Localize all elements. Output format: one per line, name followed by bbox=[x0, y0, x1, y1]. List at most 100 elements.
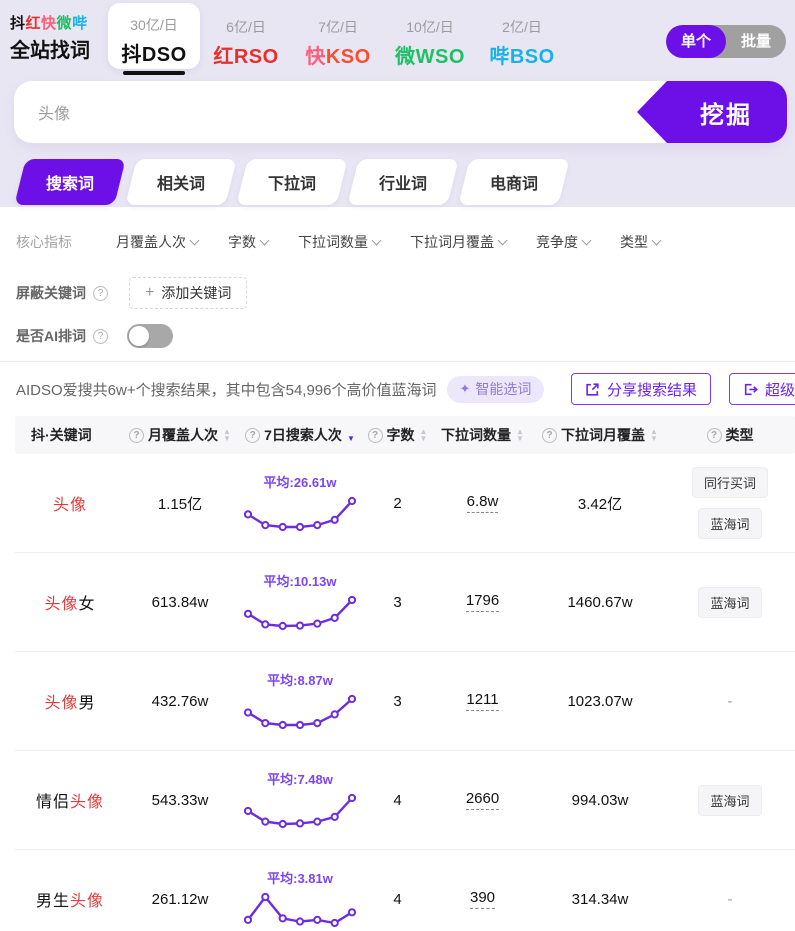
mode-batch-button[interactable]: 批量 bbox=[726, 25, 786, 58]
app-page: 抖红快微哔 全站找词 30亿/日 抖DSO 6亿/日 红RSO 7亿/日 快KS… bbox=[0, 0, 795, 931]
table-row: 头像 1.15亿 平均:26.61w 2 6.8w 3.42亿 同行买词蓝海词 bbox=[15, 454, 795, 553]
help-icon[interactable]: ? bbox=[245, 428, 260, 443]
column-header[interactable]: ? 下拉词月覆盖 ▲ ▼ bbox=[535, 425, 665, 445]
table-row: 男生头像 261.12w 平均:3.81w 4 390 314.34w - bbox=[15, 850, 795, 931]
filter-dropdown[interactable]: 类型 bbox=[620, 232, 660, 252]
help-icon[interactable]: ? bbox=[129, 428, 144, 443]
keyword-cell[interactable]: 头像 bbox=[15, 491, 125, 515]
sort-down-icon[interactable]: ▼ bbox=[420, 435, 428, 442]
filter-dropdown-label: 竞争度 bbox=[536, 232, 578, 252]
word-type-tab[interactable]: 行业词 bbox=[347, 159, 458, 205]
filter-dropdown[interactable]: 月覆盖人次 bbox=[116, 232, 198, 252]
sort-icons[interactable]: ▲ ▼ bbox=[347, 428, 355, 442]
keyword-cell[interactable]: 男生头像 bbox=[15, 887, 125, 911]
word-type-tab[interactable]: 下拉词 bbox=[236, 159, 347, 205]
help-icon[interactable]: ? bbox=[368, 428, 383, 443]
platform-tab[interactable]: 6亿/日 红RSO bbox=[200, 0, 292, 70]
trend-cell: 平均:3.81w bbox=[235, 868, 365, 930]
sort-icons[interactable]: ▲ ▼ bbox=[516, 428, 524, 442]
filter-dropdown[interactable]: 字数 bbox=[228, 232, 268, 252]
dropdown-count-link[interactable]: 1796 bbox=[466, 592, 499, 612]
core-metrics-filter-row: 核心指标 月覆盖人次 字数 下拉词数量 下拉词月覆盖 竞争度 类型 bbox=[0, 229, 795, 255]
help-icon[interactable]: ? bbox=[93, 329, 108, 344]
column-header[interactable]: ? 7日搜索人次 ▲ ▼ bbox=[235, 425, 365, 445]
word-type-tab[interactable]: 搜索词 bbox=[14, 159, 125, 205]
platform-tab[interactable]: 7亿/日 快KSO bbox=[292, 0, 384, 70]
core-metrics-label: 核心指标 bbox=[16, 232, 86, 252]
help-icon[interactable]: ? bbox=[93, 286, 108, 301]
add-keyword-button[interactable]: + 添加关键词 bbox=[129, 277, 247, 309]
content-panel: 核心指标 月覆盖人次 字数 下拉词数量 下拉词月覆盖 竞争度 类型 屏蔽关键词 … bbox=[0, 229, 795, 931]
chevron-down-icon bbox=[498, 235, 508, 245]
smart-select-label: 智能选词 bbox=[475, 379, 531, 399]
word-count-cell: 3 bbox=[365, 693, 430, 710]
word-type-tab[interactable]: 电商词 bbox=[458, 159, 569, 205]
results-summary: AIDSO爱搜共6w+个搜索结果，其中包含54,996个高价值蓝海词 bbox=[16, 379, 437, 400]
column-header[interactable]: ? 月覆盖人次 ▲ ▼ bbox=[125, 425, 235, 445]
smart-select-button[interactable]: ✦ 智能选词 bbox=[447, 376, 545, 403]
dig-button[interactable]: 挖掘 bbox=[637, 81, 787, 143]
trend-average-label: 平均:8.87w bbox=[267, 670, 333, 689]
dropdown-count-link[interactable]: 6.8w bbox=[467, 493, 499, 513]
share-results-button[interactable]: 分享搜索结果 bbox=[571, 373, 711, 405]
sort-down-icon[interactable]: ▼ bbox=[516, 435, 524, 442]
sort-icons[interactable]: ▲ ▼ bbox=[650, 428, 658, 442]
dropdown-count-link[interactable]: 1211 bbox=[466, 691, 498, 711]
dropdown-count-link[interactable]: 390 bbox=[470, 889, 495, 909]
platform-tab[interactable]: 10亿/日 微WSO bbox=[384, 0, 476, 70]
keyword-segment: 男生 bbox=[36, 887, 70, 911]
help-icon[interactable]: ? bbox=[707, 428, 722, 443]
type-tags-cell: 蓝海词 bbox=[665, 785, 795, 816]
trend-cell: 平均:10.13w bbox=[235, 571, 365, 633]
trend-sparkline bbox=[240, 890, 360, 930]
mode-single-button[interactable]: 单个 bbox=[666, 25, 726, 58]
platform-icon: 快 bbox=[305, 46, 326, 68]
column-header-label: 7日搜索人次 bbox=[264, 425, 342, 445]
word-type-tab-label: 行业词 bbox=[379, 170, 427, 194]
table-body: 头像 1.15亿 平均:26.61w 2 6.8w 3.42亿 同行买词蓝海词 … bbox=[15, 454, 795, 931]
platform-tab-name: 微WSO bbox=[384, 40, 476, 69]
filter-dropdown[interactable]: 竞争度 bbox=[536, 232, 590, 252]
sort-down-icon[interactable]: ▼ bbox=[650, 435, 658, 442]
sort-icons[interactable]: ▲ ▼ bbox=[223, 428, 231, 442]
super-export-button[interactable]: 超级导出 bbox=[729, 373, 795, 405]
filter-dropdown-label: 类型 bbox=[620, 232, 648, 252]
platform-tab[interactable]: 30亿/日 抖DSO bbox=[108, 3, 200, 69]
platform-name-text: DSO bbox=[142, 44, 187, 66]
mode-toggle: 单个 批量 bbox=[666, 25, 786, 58]
column-header[interactable]: 下拉词数量 ▲ ▼ bbox=[430, 425, 535, 445]
keyword-segment: 头像 bbox=[44, 689, 78, 713]
sort-down-icon[interactable]: ▼ bbox=[223, 435, 231, 442]
column-header[interactable]: ? 字数 ▲ ▼ bbox=[365, 425, 430, 445]
filter-dropdown[interactable]: 下拉词月覆盖 bbox=[410, 232, 506, 252]
column-header[interactable]: 抖·关键词 bbox=[15, 425, 125, 445]
word-type-tab[interactable]: 相关词 bbox=[125, 159, 236, 205]
type-tag: 蓝海词 bbox=[698, 508, 761, 539]
keyword-segment: 头像 bbox=[44, 590, 78, 614]
column-header[interactable]: ? 类型 bbox=[665, 425, 795, 445]
share-icon bbox=[585, 382, 600, 397]
trend-cell: 平均:7.48w bbox=[235, 769, 365, 831]
word-type-tab-label: 搜索词 bbox=[46, 170, 94, 194]
super-export-label: 超级导出 bbox=[765, 379, 795, 400]
keyword-cell[interactable]: 头像女 bbox=[15, 590, 125, 614]
keyword-cell[interactable]: 头像男 bbox=[15, 689, 125, 713]
platform-name-text: WSO bbox=[416, 46, 465, 68]
keyword-cell[interactable]: 情侣头像 bbox=[15, 788, 125, 812]
trend-cell: 平均:8.87w bbox=[235, 670, 365, 732]
help-icon[interactable]: ? bbox=[542, 428, 557, 443]
column-header-label: 类型 bbox=[726, 425, 754, 445]
type-tags-cell: - bbox=[665, 693, 795, 710]
dropdown-count-link[interactable]: 2660 bbox=[466, 790, 499, 810]
sort-icons[interactable]: ▲ ▼ bbox=[420, 428, 428, 442]
filter-dropdown-label: 下拉词月覆盖 bbox=[410, 232, 494, 252]
filter-dropdown[interactable]: 下拉词数量 bbox=[298, 232, 380, 252]
ai-sort-row: 是否AI排词 ? bbox=[0, 323, 795, 349]
filter-dropdowns: 月覆盖人次 字数 下拉词数量 下拉词月覆盖 竞争度 类型 bbox=[116, 232, 660, 252]
sort-down-icon[interactable]: ▼ bbox=[347, 435, 355, 442]
keyword-segment: 情侣 bbox=[36, 788, 70, 812]
search-bar: 头像 挖掘 bbox=[14, 81, 787, 143]
platform-tab[interactable]: 2亿/日 哔BSO bbox=[476, 0, 568, 70]
chevron-down-icon bbox=[260, 235, 270, 245]
ai-sort-toggle[interactable] bbox=[127, 324, 173, 348]
